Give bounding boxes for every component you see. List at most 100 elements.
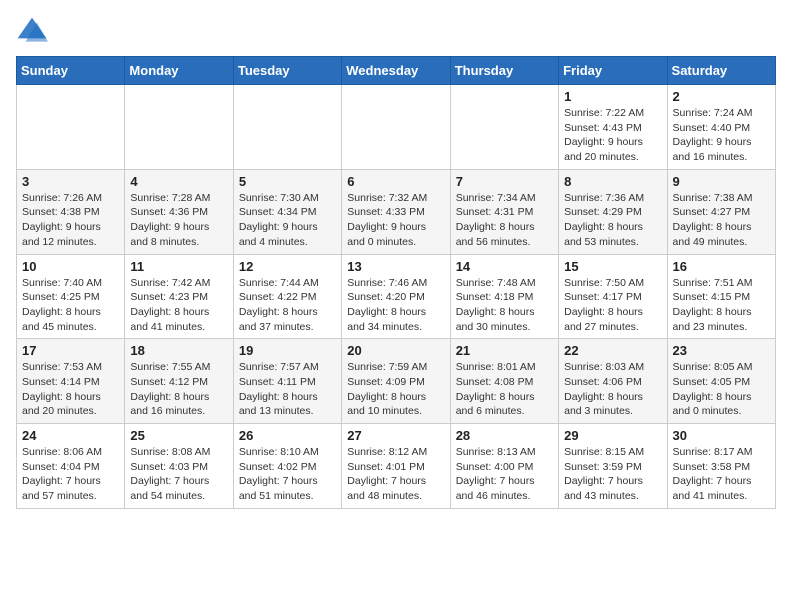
day-info: Sunrise: 7:44 AMSunset: 4:22 PMDaylight:… [239, 276, 336, 335]
day-cell: 7 Sunrise: 7:34 AMSunset: 4:31 PMDaylight… [450, 169, 558, 254]
day-info: Sunrise: 7:53 AMSunset: 4:14 PMDaylight:… [22, 360, 119, 419]
day-cell: 3 Sunrise: 7:26 AMSunset: 4:38 PMDaylight… [17, 169, 125, 254]
day-cell: 8 Sunrise: 7:36 AMSunset: 4:29 PMDaylight… [559, 169, 667, 254]
day-number: 8 [564, 174, 661, 189]
header-cell-thursday: Thursday [450, 57, 558, 85]
day-number: 17 [22, 343, 119, 358]
day-cell: 19 Sunrise: 7:57 AMSunset: 4:11 PMDayligh… [233, 339, 341, 424]
day-cell [125, 85, 233, 170]
day-info: Sunrise: 7:57 AMSunset: 4:11 PMDaylight:… [239, 360, 336, 419]
day-cell: 28Sunrise: 8:13 AMSunset: 4:00 PMDayligh… [450, 424, 558, 509]
day-cell: 10 Sunrise: 7:40 AMSunset: 4:25 PMDayligh… [17, 254, 125, 339]
day-number: 18 [130, 343, 227, 358]
day-cell: 12 Sunrise: 7:44 AMSunset: 4:22 PMDayligh… [233, 254, 341, 339]
logo-icon [16, 16, 48, 44]
day-number: 1 [564, 89, 661, 104]
logo [16, 16, 52, 44]
day-cell: 26 Sunrise: 8:10 AMSunset: 4:02 PMDayligh… [233, 424, 341, 509]
day-number: 21 [456, 343, 553, 358]
day-info: Sunrise: 8:10 AMSunset: 4:02 PMDaylight:… [239, 445, 336, 504]
header-cell-sunday: Sunday [17, 57, 125, 85]
day-number: 4 [130, 174, 227, 189]
day-info: Sunrise: 7:28 AMSunset: 4:36 PMDaylight:… [130, 191, 227, 250]
day-number: 20 [347, 343, 444, 358]
header-row: SundayMondayTuesdayWednesdayThursdayFrid… [17, 57, 776, 85]
day-info: Sunrise: 7:50 AMSunset: 4:17 PMDaylight:… [564, 276, 661, 335]
day-cell: 21 Sunrise: 8:01 AMSunset: 4:08 PMDayligh… [450, 339, 558, 424]
day-info: Sunrise: 7:59 AMSunset: 4:09 PMDaylight:… [347, 360, 444, 419]
day-number: 26 [239, 428, 336, 443]
header-cell-tuesday: Tuesday [233, 57, 341, 85]
day-cell: 4 Sunrise: 7:28 AMSunset: 4:36 PMDaylight… [125, 169, 233, 254]
week-row-5: 24 Sunrise: 8:06 AMSunset: 4:04 PMDayligh… [17, 424, 776, 509]
day-info: Sunrise: 7:36 AMSunset: 4:29 PMDaylight:… [564, 191, 661, 250]
day-number: 19 [239, 343, 336, 358]
day-cell: 22 Sunrise: 8:03 AMSunset: 4:06 PMDayligh… [559, 339, 667, 424]
day-cell: 20 Sunrise: 7:59 AMSunset: 4:09 PMDayligh… [342, 339, 450, 424]
day-cell: 5 Sunrise: 7:30 AMSunset: 4:34 PMDaylight… [233, 169, 341, 254]
day-info: Sunrise: 8:12 AMSunset: 4:01 PMDaylight:… [347, 445, 444, 504]
day-info: Sunrise: 7:48 AMSunset: 4:18 PMDaylight:… [456, 276, 553, 335]
day-info: Sunrise: 7:40 AMSunset: 4:25 PMDaylight:… [22, 276, 119, 335]
day-number: 30 [673, 428, 770, 443]
day-cell: 13 Sunrise: 7:46 AMSunset: 4:20 PMDayligh… [342, 254, 450, 339]
week-row-1: 1Sunrise: 7:22 AMSunset: 4:43 PMDaylight… [17, 85, 776, 170]
day-number: 22 [564, 343, 661, 358]
day-info: Sunrise: 8:15 AMSunset: 3:59 PMDaylight:… [564, 445, 661, 504]
day-number: 15 [564, 259, 661, 274]
day-info: Sunrise: 8:03 AMSunset: 4:06 PMDaylight:… [564, 360, 661, 419]
day-info: Sunrise: 8:01 AMSunset: 4:08 PMDaylight:… [456, 360, 553, 419]
day-number: 3 [22, 174, 119, 189]
day-number: 24 [22, 428, 119, 443]
calendar-header: SundayMondayTuesdayWednesdayThursdayFrid… [17, 57, 776, 85]
day-number: 13 [347, 259, 444, 274]
day-cell: 6Sunrise: 7:32 AMSunset: 4:33 PMDaylight… [342, 169, 450, 254]
day-cell [342, 85, 450, 170]
header-cell-friday: Friday [559, 57, 667, 85]
week-row-3: 10 Sunrise: 7:40 AMSunset: 4:25 PMDayligh… [17, 254, 776, 339]
day-info: Sunrise: 7:30 AMSunset: 4:34 PMDaylight:… [239, 191, 336, 250]
day-cell: 29 Sunrise: 8:15 AMSunset: 3:59 PMDayligh… [559, 424, 667, 509]
day-info: Sunrise: 7:38 AMSunset: 4:27 PMDaylight:… [673, 191, 770, 250]
day-info: Sunrise: 8:05 AMSunset: 4:05 PMDaylight:… [673, 360, 770, 419]
header [16, 16, 776, 44]
day-number: 25 [130, 428, 227, 443]
day-cell: 25 Sunrise: 8:08 AMSunset: 4:03 PMDayligh… [125, 424, 233, 509]
day-number: 16 [673, 259, 770, 274]
day-number: 9 [673, 174, 770, 189]
day-info: Sunrise: 8:17 AMSunset: 3:58 PMDaylight:… [673, 445, 770, 504]
day-info: Sunrise: 8:06 AMSunset: 4:04 PMDaylight:… [22, 445, 119, 504]
day-number: 12 [239, 259, 336, 274]
day-cell: 14 Sunrise: 7:48 AMSunset: 4:18 PMDayligh… [450, 254, 558, 339]
day-info: Sunrise: 7:26 AMSunset: 4:38 PMDaylight:… [22, 191, 119, 250]
day-cell: 27 Sunrise: 8:12 AMSunset: 4:01 PMDayligh… [342, 424, 450, 509]
day-info: Sunrise: 7:42 AMSunset: 4:23 PMDaylight:… [130, 276, 227, 335]
day-number: 28 [456, 428, 553, 443]
day-cell: 15 Sunrise: 7:50 AMSunset: 4:17 PMDayligh… [559, 254, 667, 339]
day-number: 10 [22, 259, 119, 274]
day-number: 14 [456, 259, 553, 274]
day-cell: 11 Sunrise: 7:42 AMSunset: 4:23 PMDayligh… [125, 254, 233, 339]
day-info: Sunrise: 7:46 AMSunset: 4:20 PMDaylight:… [347, 276, 444, 335]
day-cell: 16 Sunrise: 7:51 AMSunset: 4:15 PMDayligh… [667, 254, 775, 339]
day-number: 29 [564, 428, 661, 443]
header-cell-saturday: Saturday [667, 57, 775, 85]
day-cell: 1Sunrise: 7:22 AMSunset: 4:43 PMDaylight… [559, 85, 667, 170]
day-number: 23 [673, 343, 770, 358]
day-cell: 23 Sunrise: 8:05 AMSunset: 4:05 PMDayligh… [667, 339, 775, 424]
day-number: 5 [239, 174, 336, 189]
day-cell: 17 Sunrise: 7:53 AMSunset: 4:14 PMDayligh… [17, 339, 125, 424]
day-cell: 9 Sunrise: 7:38 AMSunset: 4:27 PMDaylight… [667, 169, 775, 254]
day-number: 7 [456, 174, 553, 189]
day-number: 27 [347, 428, 444, 443]
calendar-table: SundayMondayTuesdayWednesdayThursdayFrid… [16, 56, 776, 509]
day-cell: 30 Sunrise: 8:17 AMSunset: 3:58 PMDayligh… [667, 424, 775, 509]
day-info: Sunrise: 7:34 AMSunset: 4:31 PMDaylight:… [456, 191, 553, 250]
day-info: Sunrise: 7:51 AMSunset: 4:15 PMDaylight:… [673, 276, 770, 335]
day-number: 6 [347, 174, 444, 189]
day-cell [450, 85, 558, 170]
day-info: Sunrise: 8:08 AMSunset: 4:03 PMDaylight:… [130, 445, 227, 504]
day-info: Sunrise: 7:24 AMSunset: 4:40 PMDaylight:… [673, 106, 770, 165]
day-number: 11 [130, 259, 227, 274]
day-number: 2 [673, 89, 770, 104]
